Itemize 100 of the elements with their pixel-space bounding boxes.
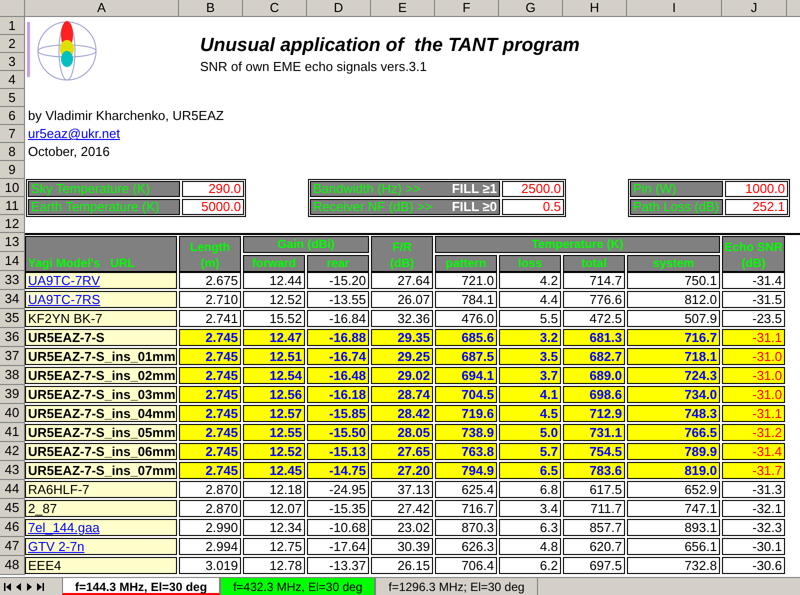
table-cell: -31.2 [722,424,785,441]
table-cell: 2.741 [179,310,241,327]
parameter-name: Path Loss (dB) [633,200,719,214]
table-cell: -31.4 [722,443,785,460]
table-cell: 857.7 [563,519,625,536]
table-cell: 2.745 [179,443,241,460]
parameter-name: Earth Temperature (K) [31,200,160,214]
parameter-value[interactable]: 5000.0 [182,199,244,215]
next-sheet-icon[interactable] [26,582,32,590]
table-cell: 2.745 [179,329,241,346]
model-cell: UR5EAZ-7-S_ins_07mm [25,462,177,479]
table-cell: 698.6 [563,386,625,403]
row-number: 48 [0,556,25,575]
column-header[interactable]: H [563,0,627,17]
table-cell: 27.65 [371,443,433,460]
row-number: 42 [0,442,25,461]
table-cell: -15.13 [307,443,369,460]
table-cell: 626.3 [435,538,497,555]
table-cell: -24.95 [307,481,369,498]
row-number: 43 [0,461,25,480]
parameter-value[interactable]: 1000.0 [725,181,788,197]
parameter-value[interactable]: 252.1 [725,199,788,215]
table-cell: 3.4 [499,500,561,517]
column-header[interactable]: D [307,0,371,17]
table-cell: -16.18 [307,386,369,403]
table-cell: -31.5 [722,291,785,308]
table-cell: 12.07 [243,500,305,517]
model-cell[interactable]: 7el_144.gaa [25,519,177,536]
model-cell[interactable]: GTV 2-7n [25,538,177,555]
model-cell: KF2YN BK-7 [25,310,177,327]
column-header[interactable] [787,0,800,17]
table-cell: -16.88 [307,329,369,346]
table-cell: -31.0 [722,348,785,365]
table-cell: 6.8 [499,481,561,498]
table-cell: 712.9 [563,405,625,422]
table-cell: 12.78 [243,557,305,574]
model-cell[interactable]: UA9TC-7RS [25,291,177,308]
email-link[interactable]: ur5eaz@ukr.net [28,124,120,144]
table-cell: 3.2 [499,329,561,346]
table-cell: 812.0 [627,291,720,308]
table-cell: 12.55 [243,424,305,441]
column-header[interactable]: A [25,0,179,17]
row-number: 46 [0,518,25,537]
row-number: 12 [0,215,25,233]
table-cell: -15.85 [307,405,369,422]
last-sheet-icon[interactable] [36,582,44,590]
model-cell: UR5EAZ-7-S_ins_04mm [25,405,177,422]
table-cell: 12.45 [243,462,305,479]
parameter-value[interactable]: 290.0 [182,181,244,197]
date-text: October, 2016 [28,143,110,162]
fill-note: FILL ≥0 [452,200,497,214]
model-cell: 2_87 [25,500,177,517]
table-cell: 29.25 [371,348,433,365]
column-header[interactable]: E [371,0,435,17]
table-cell: 12.75 [243,538,305,555]
sheet-tab[interactable]: f=144.3 MHz, El=30 deg [62,578,220,595]
table-cell: 2.745 [179,462,241,479]
row-number: 10 [0,179,25,197]
table-cell: 711.7 [563,500,625,517]
table-cell: -15.20 [307,272,369,289]
table-cell: 738.9 [435,424,497,441]
sheet-tab[interactable]: f=1296.3 MHz; El=30 deg [375,578,538,595]
table-cell: 37.13 [371,481,433,498]
row-number: 1 [0,17,25,35]
table-cell: 704.5 [435,386,497,403]
column-header[interactable]: J [722,0,787,17]
table-cell: 12.47 [243,329,305,346]
table-cell: 747.1 [627,500,720,517]
table-cell: 26.07 [371,291,433,308]
page-subtitle: SNR of own EME echo signals vers.3.1 [200,59,428,75]
previous-sheet-icon[interactable] [16,582,22,590]
table-cell: -31.1 [722,329,785,346]
model-cell: UR5EAZ-7-S_ins_03mm [25,386,177,403]
table-cell: 685.6 [435,329,497,346]
column-header[interactable]: B [179,0,243,17]
fr-header: F/R (dB) [371,236,433,272]
select-all-corner[interactable] [0,0,25,17]
parameter-value[interactable]: 0.5 [502,199,564,215]
model-cell: EEE4 [25,557,177,574]
table-cell: 789.9 [627,443,720,460]
table-cell: 2.745 [179,424,241,441]
column-header[interactable]: F [435,0,499,17]
column-header[interactable]: I [627,0,722,17]
column-header[interactable]: C [243,0,307,17]
table-cell: 652.9 [627,481,720,498]
column-header[interactable]: G [499,0,563,17]
gain-header: Gain (dBi) [243,236,369,253]
table-cell: 766.5 [627,424,720,441]
row-number: 47 [0,537,25,556]
model-cell[interactable]: UA9TC-7RV [25,272,177,289]
parameter-value[interactable]: 2500.0 [502,181,564,197]
temperature-subheader: total [563,255,625,272]
first-sheet-icon[interactable] [4,582,12,590]
row-number: 40 [0,404,25,423]
table-cell: 27.64 [371,272,433,289]
table-cell: -31.4 [722,272,785,289]
row-number: 7 [0,125,25,143]
table-cell: 6.3 [499,519,561,536]
table-cell: 2.745 [179,367,241,384]
sheet-tab[interactable]: f=432.3 MHz, El=30 deg [220,578,376,595]
